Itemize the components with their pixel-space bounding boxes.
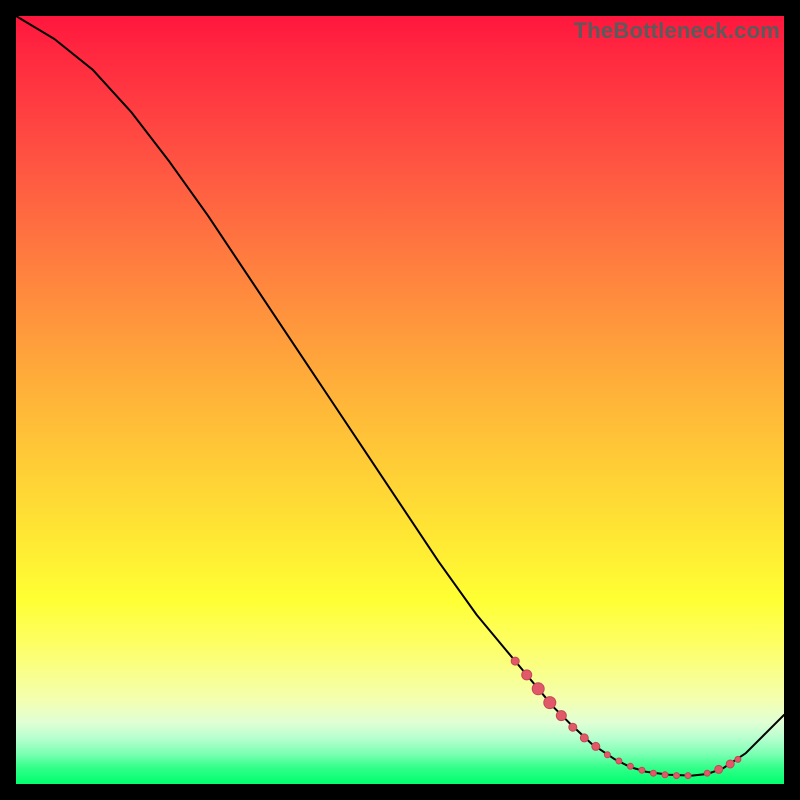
chart-marker bbox=[704, 770, 710, 776]
chart-marker bbox=[650, 770, 656, 776]
chart-marker bbox=[604, 752, 610, 758]
chart-marker bbox=[544, 697, 556, 709]
chart-marker bbox=[522, 670, 532, 680]
chart-markers-group bbox=[511, 657, 741, 779]
chart-marker bbox=[627, 763, 633, 769]
chart-marker bbox=[511, 657, 519, 665]
chart-marker bbox=[639, 767, 645, 773]
chart-marker bbox=[592, 742, 600, 750]
chart-marker bbox=[556, 711, 566, 721]
chart-curve bbox=[16, 16, 784, 776]
chart-frame: TheBottleneck.com bbox=[16, 16, 784, 784]
chart-marker bbox=[735, 756, 741, 762]
chart-marker bbox=[726, 760, 734, 768]
chart-marker bbox=[674, 773, 680, 779]
chart-marker bbox=[685, 773, 691, 779]
chart-marker bbox=[662, 772, 668, 778]
chart-marker bbox=[616, 758, 622, 764]
chart-svg bbox=[16, 16, 784, 784]
chart-marker bbox=[580, 734, 588, 742]
chart-marker bbox=[569, 723, 577, 731]
chart-marker bbox=[715, 765, 723, 773]
chart-marker bbox=[532, 683, 544, 695]
